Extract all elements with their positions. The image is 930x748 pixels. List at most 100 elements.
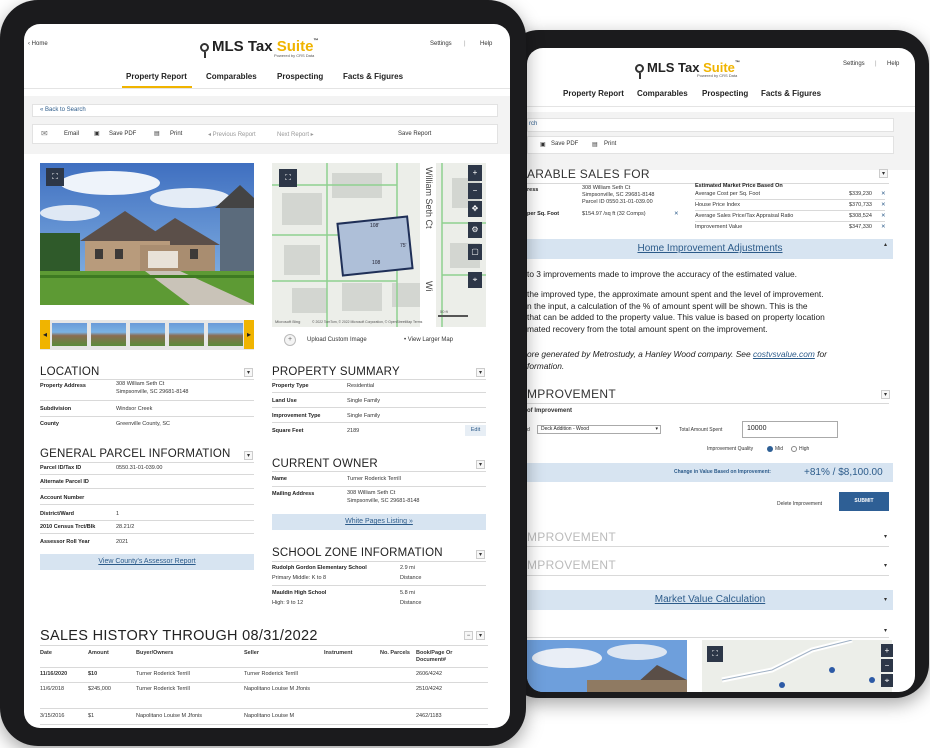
chevron-down-icon[interactable]: ▾ [881,596,890,605]
front-tablet: ‹ Home Settings | Help MLS Tax Suite™ Po… [0,0,526,746]
chevron-down-icon[interactable]: ▾ [476,631,485,640]
tab-comparables[interactable]: Comparables [637,89,688,98]
zoom-in-icon[interactable]: + [881,644,893,657]
save-pdf-button[interactable]: Save PDF [551,141,578,147]
fullscreen-icon[interactable]: ⛶ [279,169,297,187]
view-larger-map-link[interactable]: • View Larger Map [404,337,453,343]
delete-improvement-link[interactable]: Delete Improvement [777,501,822,507]
chevron-down-icon[interactable]: ▾ [881,562,890,571]
tab-prospecting[interactable]: Prospecting [702,89,748,98]
improvement-type-select[interactable]: Deck Addition - Wood ▾ [537,425,661,434]
data-source-note: ore generated by Metrostudy, a Hanley Wo… [527,349,827,372]
tab-property-report[interactable]: Property Report [563,89,624,98]
tab-comparables[interactable]: Comparables [206,72,257,81]
chevron-right-icon[interactable]: ▸ [244,320,254,349]
logo[interactable]: MLS Tax Suite™ Powered by CRS Data [200,38,318,58]
chevron-down-icon[interactable]: ▾ [881,533,890,542]
costvsvalue-link[interactable]: costvsvalue.com [753,349,815,359]
logo[interactable]: MLS Tax Suite™ Powered by CRS Data [635,60,740,79]
chevron-down-icon[interactable]: ▾ [879,169,888,178]
back-to-search-link[interactable]: rch [529,121,537,127]
property-photo-art [40,163,254,305]
column-header[interactable]: Date [40,650,52,657]
zoom-in-icon[interactable]: + [468,165,482,181]
property-photo[interactable] [40,163,254,305]
collapse-icon[interactable]: − [464,631,473,640]
settings-link[interactable]: Settings [430,41,452,47]
help-link[interactable]: Help [480,41,492,47]
fullscreen-icon[interactable]: ⛶ [46,168,64,186]
zoom-out-icon[interactable]: − [468,183,482,199]
tab-facts-figures[interactable]: Facts & Figures [343,72,403,81]
map-style-icon[interactable]: ▢ [468,244,482,260]
thumbnail[interactable] [169,323,204,346]
tab-facts-figures[interactable]: Facts & Figures [761,89,821,98]
chevron-down-icon[interactable]: ▾ [881,627,890,636]
chevron-down-icon[interactable]: ▾ [244,368,253,377]
next-report-button[interactable]: Next Report ▸ [277,131,314,138]
email-button[interactable]: Email [64,131,79,137]
market-value-calculation-bar[interactable]: Market Value Calculation [527,590,893,610]
pdf-icon[interactable]: ▣ [94,130,100,137]
street-label-2: Wi [424,281,434,292]
white-pages-link[interactable]: White Pages Listing » [272,514,486,530]
help-link[interactable]: Help [887,61,899,67]
column-header[interactable]: Buyer/Owners [136,650,173,657]
edit-button[interactable]: Edit [465,425,486,436]
chevron-down-icon[interactable]: ▾ [244,451,253,460]
fullscreen-icon[interactable]: ⛶ [707,646,723,662]
remove-icon[interactable]: ✕ [881,224,886,231]
amount-spent-input[interactable]: 10000 [742,421,838,438]
print-button[interactable]: Print [170,131,182,137]
quality-high-radio[interactable] [791,446,797,452]
property-map[interactable] [702,640,892,692]
remove-icon[interactable]: ✕ [881,202,886,209]
remove-icon[interactable]: ✕ [881,191,886,198]
tab-prospecting[interactable]: Prospecting [277,72,323,81]
chevron-down-icon[interactable]: ▾ [881,390,890,399]
pdf-icon[interactable]: ▣ [540,141,546,148]
nav-separator: | [875,61,877,67]
previous-report-button[interactable]: ◂ Previous Report [208,131,256,138]
column-header[interactable]: No. Parcels [380,650,410,657]
save-report-button[interactable]: Save Report [398,131,431,137]
thumbnail[interactable] [91,323,126,346]
property-map[interactable]: 108' 75' 108 William Seth Ct Wi Microsof… [272,163,486,327]
submit-button[interactable]: SUBMIT [839,492,889,511]
locate-icon[interactable]: ⌖ [468,272,482,288]
quality-mid-radio[interactable] [767,446,773,452]
thumbnail[interactable] [52,323,87,346]
column-header[interactable]: Book/Page Or Document# [416,650,476,664]
locate-icon[interactable]: ⌖ [881,674,893,687]
print-button[interactable]: Print [604,141,616,147]
email-icon[interactable]: ✉ [41,129,48,138]
thumbnail[interactable] [208,323,243,346]
assessor-report-link[interactable]: View County's Assessor Report [40,554,254,570]
chevron-left-icon[interactable]: ◂ [40,320,50,349]
remove-icon[interactable]: ✕ [674,211,679,218]
change-in-value: +81% / $8,100.00 [804,467,883,478]
back-to-search-link[interactable]: « Back to Search [40,107,86,113]
zoom-out-icon[interactable]: − [881,659,893,672]
remove-icon[interactable]: ✕ [881,213,886,220]
print-icon[interactable]: ▤ [154,130,160,137]
upload-icon[interactable]: + [284,334,296,346]
settings-link[interactable]: Settings [843,61,865,67]
chevron-down-icon[interactable]: ▾ [476,460,485,469]
column-header[interactable]: Instrument [324,650,352,657]
upload-custom-image-link[interactable]: Upload Custom Image [307,337,367,343]
compass-icon[interactable]: ✥ [468,201,482,217]
column-header[interactable]: Amount [88,650,109,657]
home-link[interactable]: ‹ Home [28,41,48,47]
map-layers-icon[interactable]: ⚙ [468,222,482,238]
thumbnail[interactable] [130,323,165,346]
print-icon[interactable]: ▤ [592,141,598,148]
save-pdf-button[interactable]: Save PDF [109,131,136,137]
column-header[interactable]: Seller [244,650,259,657]
chevron-up-icon[interactable]: ▴ [881,241,890,250]
tab-property-report[interactable]: Property Report [126,72,187,81]
street-label: William Seth Ct [424,167,434,229]
chevron-down-icon[interactable]: ▾ [476,368,485,377]
chevron-down-icon[interactable]: ▾ [476,550,485,559]
home-improvement-adjustments-bar[interactable]: Home Improvement Adjustments [527,239,893,259]
